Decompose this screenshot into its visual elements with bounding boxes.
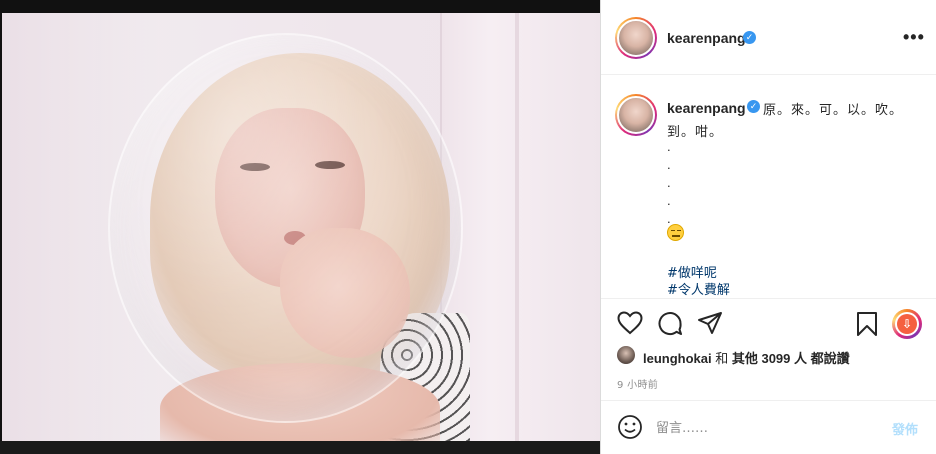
author-avatar[interactable] bbox=[615, 17, 657, 59]
post-header: kearenpang ✓ ••• bbox=[601, 0, 936, 75]
heart-icon[interactable] bbox=[617, 311, 643, 340]
comment-icon[interactable] bbox=[657, 311, 683, 342]
post-photo[interactable] bbox=[0, 13, 600, 441]
author-username[interactable]: kearenpang bbox=[667, 30, 746, 46]
comment-input[interactable] bbox=[656, 418, 876, 438]
caption-username[interactable]: kearenpang bbox=[667, 100, 746, 116]
post-side-panel: kearenpang ✓ ••• kearenpang ✓ 原。來。可。以。吹。… bbox=[600, 0, 936, 454]
top-frame bbox=[0, 0, 600, 13]
verified-icon: ✓ bbox=[743, 31, 756, 44]
expressionless-emoji-icon bbox=[667, 224, 684, 241]
others-likes-link[interactable]: 其他 3099 人 都說讚 bbox=[732, 351, 850, 366]
comment-bar: 發佈 bbox=[601, 400, 936, 454]
liker-avatar[interactable] bbox=[617, 346, 635, 364]
caption-text-line2: 到。咁。 bbox=[667, 125, 724, 140]
smiley-icon[interactable] bbox=[617, 414, 643, 445]
more-options-button[interactable]: ••• bbox=[903, 27, 925, 48]
bottom-frame bbox=[0, 441, 600, 454]
caption-area: kearenpang ✓ 原。來。可。以。吹。 到。咁。 . . . . . #… bbox=[601, 76, 936, 298]
bubble bbox=[108, 33, 463, 423]
liker-username[interactable]: leunghokai bbox=[643, 351, 712, 366]
share-icon[interactable] bbox=[697, 311, 723, 340]
caption-avatar[interactable] bbox=[615, 94, 657, 136]
post-timestamp[interactable]: 9 小時前 bbox=[617, 376, 658, 391]
caption-text-line1: 原。來。可。以。吹。 bbox=[763, 103, 904, 118]
verified-icon: ✓ bbox=[747, 100, 760, 113]
caption-dots: . . . . . bbox=[667, 139, 671, 226]
post-comment-button[interactable]: 發佈 bbox=[892, 419, 918, 438]
hashtag-link[interactable]: #令人費解 bbox=[667, 279, 730, 298]
download-badge-icon[interactable]: ⇩ bbox=[892, 309, 922, 339]
save-icon[interactable] bbox=[855, 311, 879, 342]
action-bar: ⇩ leunghokai 和 其他 3099 人 都說讚 9 小時前 bbox=[601, 298, 936, 410]
